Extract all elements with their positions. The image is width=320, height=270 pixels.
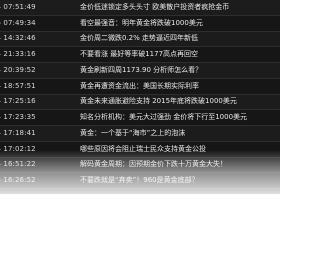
news-item[interactable]: 04 18:57:51 黄金再遭资金流出：美国长期实际利率: [0, 78, 280, 95]
news-timestamp: 04 17:23:35: [0, 113, 36, 122]
news-timestamp: 04 21:33:16: [0, 50, 36, 59]
news-item[interactable]: 05 07:49:34 看空最强音：明年黄金将跌破1000美元: [0, 15, 280, 32]
news-item[interactable]: 04 17:23:35 知名分析机构：美元大过强劲 金价将下行至1000美元: [0, 110, 280, 126]
news-timestamp: 05 07:49:34: [0, 18, 36, 27]
news-item[interactable]: 04 17:18:41 黄金：一个基于“海市”之上的泡沫: [0, 126, 280, 142]
news-headline-link[interactable]: 黄金未来通胀避险支持 2015年底将跌破1000美元: [66, 95, 280, 110]
news-headline-link[interactable]: 知名分析机构：美元大过强劲 金价将下行至1000美元: [66, 110, 280, 125]
news-item[interactable]: 04 16:26:52 不要跌就是“弃卖”！960是黄金底部？: [0, 173, 280, 189]
news-timestamp: 04 16:26:52: [0, 176, 36, 185]
news-item[interactable]: 04 17:02:12 哪些原因将会阻止瑞士民众支持黄金公投: [0, 141, 280, 158]
news-headline-link[interactable]: 黄金：一个基于“海市”之上的泡沫: [66, 126, 280, 141]
news-timestamp: 04 20:39:52: [0, 65, 36, 74]
news-timestamp: 04 14:32:46: [0, 34, 36, 43]
news-item[interactable]: 04 07:51:49 金价低迷锁定多头头寸 欧美散户投资者疯抢金币: [0, 0, 280, 16]
news-timestamp: 04 16:51:22: [0, 160, 36, 169]
news-item[interactable]: 04 20:39:52 黄金刷新四周1173.90 分析师怎么看？: [0, 63, 280, 79]
news-timestamp: 04 07:51:49: [0, 2, 36, 11]
news-headline-link[interactable]: 不要跌就是“弃卖”！960是黄金底部？: [66, 173, 280, 188]
news-timestamp: 04 17:02:12: [0, 144, 36, 153]
news-headline-link[interactable]: 金价低迷锁定多头头寸 欧美散户投资者疯抢金币: [66, 0, 280, 15]
news-headline-link[interactable]: 解码黄金周期：因预期金价下跌十万黄金大失！: [66, 158, 280, 173]
news-timestamp: 04 17:25:16: [0, 97, 36, 106]
news-headline-link[interactable]: 哪些原因将会阻止瑞士民众支持黄金公投: [66, 142, 280, 157]
news-headline-link[interactable]: 金价周二微跌0.2% 走势逼近四年新低: [66, 32, 280, 47]
news-list: 04 07:51:49 金价低迷锁定多头头寸 欧美散户投资者疯抢金币 05 07…: [0, 0, 280, 189]
news-timestamp: 04 18:57:51: [0, 81, 36, 90]
news-headline-link[interactable]: 黄金刷新四周1173.90 分析师怎么看？: [66, 63, 280, 78]
news-headline-link[interactable]: 不要看涨 最好等率破1177高点再回空: [66, 47, 280, 62]
news-headline-link[interactable]: 看空最强音：明年黄金将跌破1000美元: [66, 16, 280, 31]
news-headline-link[interactable]: 黄金再遭资金流出：美国长期实际利率: [66, 79, 280, 94]
news-list-panel: 04 07:51:49 金价低迷锁定多头头寸 欧美散户投资者疯抢金币 05 07…: [0, 0, 280, 194]
news-item[interactable]: 04 16:51:22 解码黄金周期：因预期金价下跌十万黄金大失！: [0, 157, 280, 174]
news-item[interactable]: 04 14:32:46 金价周二微跌0.2% 走势逼近四年新低: [0, 31, 280, 48]
news-timestamp: 04 17:18:41: [0, 128, 36, 137]
news-item[interactable]: 04 17:25:16 黄金未来通胀避险支持 2015年底将跌破1000美元: [0, 94, 280, 111]
news-item[interactable]: 04 21:33:16 不要看涨 最好等率破1177高点再回空: [0, 47, 280, 63]
